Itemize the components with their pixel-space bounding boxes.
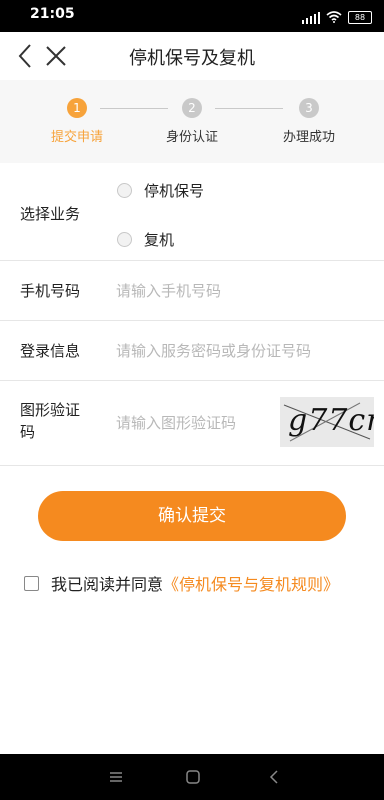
rules-link[interactable]: 《停机保号与复机规则》: [163, 571, 339, 595]
back-nav-icon[interactable]: [262, 766, 286, 788]
home-icon[interactable]: [181, 766, 205, 788]
option-label: 停机保号: [144, 182, 205, 200]
captcha-label: 图形验证 码: [20, 399, 100, 443]
login-label: 登录信息: [20, 342, 81, 360]
phone-input[interactable]: 请输入手机号码: [116, 280, 221, 301]
captcha-code: g77cm: [288, 403, 374, 438]
radio-icon[interactable]: [117, 183, 132, 198]
login-input[interactable]: 请输入服务密码或身份证号码: [116, 340, 311, 361]
status-icons: 88: [302, 8, 372, 27]
page-title: 停机保号及复机: [129, 48, 255, 69]
captcha-row: 图形验证 码 请输入图形验证码 g77cm: [0, 381, 384, 466]
menu-icon[interactable]: [104, 766, 128, 788]
option-reactivate[interactable]: 复机: [117, 229, 174, 250]
battery-level: 88: [354, 13, 366, 22]
captcha-input[interactable]: 请输入图形验证码: [116, 412, 236, 433]
wifi-icon: [326, 8, 342, 27]
radio-icon[interactable]: [117, 232, 132, 247]
step-submit: 1 提交申请: [37, 98, 117, 145]
nav-bar: 停机保号及复机: [0, 32, 384, 80]
phone-row: 手机号码 请输入手机号码: [0, 261, 384, 321]
step-success: 3 办理成功: [269, 98, 349, 145]
service-form: 选择业务 停机保号 复机 手机号码 请输入手机号码 登录信息 请输入服务密码或身…: [0, 163, 384, 466]
captcha-image[interactable]: g77cm: [280, 397, 374, 447]
business-row: 选择业务 停机保号 复机: [0, 163, 384, 261]
step-number: 2: [182, 98, 202, 118]
battery-icon: 88: [348, 11, 372, 24]
submit-button[interactable]: 确认提交: [38, 491, 346, 541]
step-label: 身份认证: [165, 130, 218, 145]
phone-label: 手机号码: [20, 282, 81, 300]
captcha-label-line2: 码: [20, 423, 36, 441]
option-label: 复机: [144, 231, 175, 249]
step-number: 1: [67, 98, 87, 118]
signal-icon: [302, 11, 320, 24]
step-label: 办理成功: [282, 130, 335, 145]
login-row: 登录信息 请输入服务密码或身份证号码: [0, 321, 384, 381]
business-label: 选择业务: [20, 205, 81, 223]
agreement-row: 我已阅读并同意 《停机保号与复机规则》: [24, 571, 339, 595]
system-nav-bar: [0, 754, 384, 800]
status-time: 21:05: [30, 6, 75, 22]
agreement-text: 我已阅读并同意: [51, 575, 164, 594]
step-verify: 2 身份认证: [152, 98, 232, 145]
step-number: 3: [299, 98, 319, 118]
captcha-label-line1: 图形验证: [20, 401, 81, 419]
progress-steps: 1 提交申请 2 身份认证 3 办理成功: [0, 80, 384, 163]
agreement-checkbox[interactable]: [24, 575, 39, 591]
status-bar: 21:05 88: [0, 0, 384, 32]
option-suspend-keep-number[interactable]: 停机保号: [117, 180, 204, 201]
step-label: 提交申请: [50, 130, 103, 145]
